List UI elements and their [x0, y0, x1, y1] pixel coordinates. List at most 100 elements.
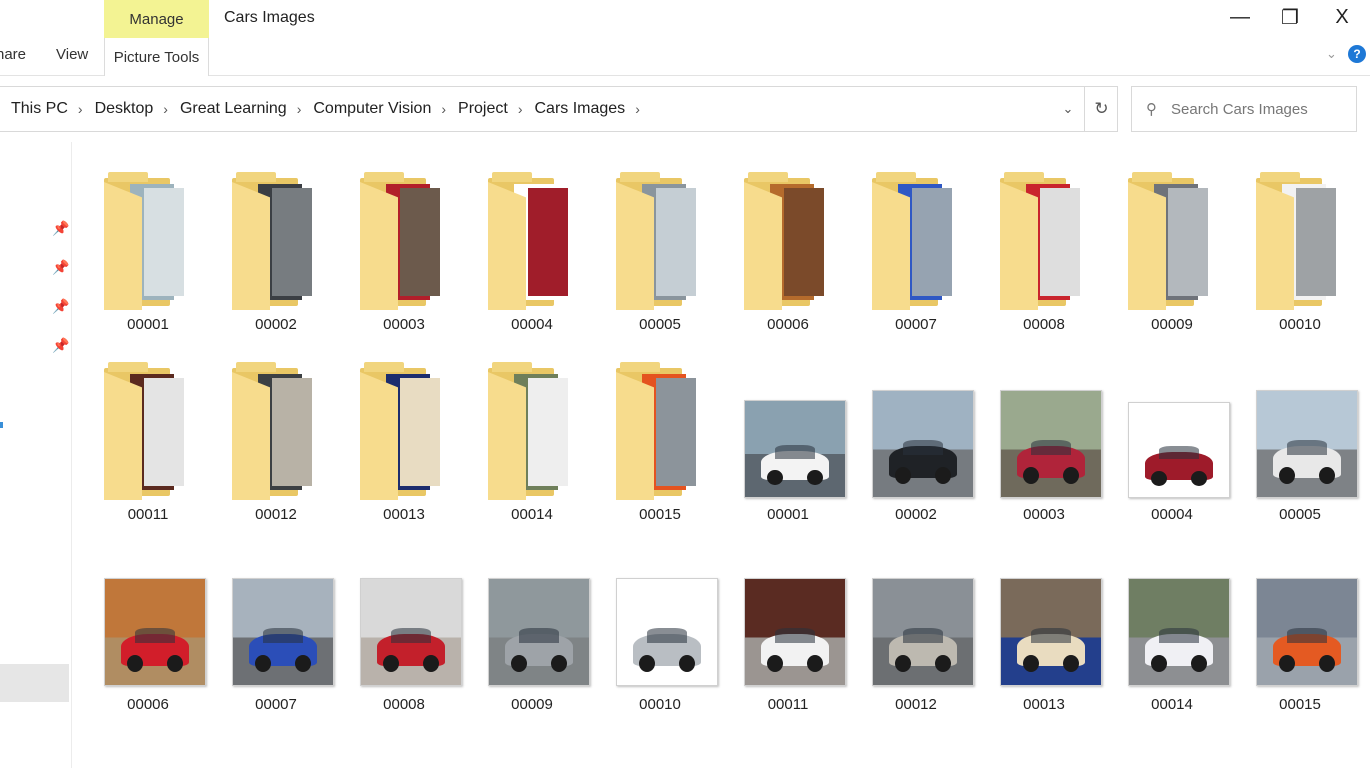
- image-item[interactable]: 00009: [468, 552, 596, 722]
- image-thumbnail: [360, 578, 462, 686]
- image-thumbnail: [744, 400, 846, 498]
- help-icon[interactable]: ?: [1348, 45, 1366, 63]
- breadcrumb-item[interactable]: Computer Vision: [313, 100, 431, 118]
- breadcrumb-separator-icon[interactable]: ›: [441, 101, 446, 117]
- item-label: 00011: [767, 696, 809, 713]
- item-label: 00013: [383, 506, 425, 523]
- image-thumbnail: [1000, 390, 1102, 498]
- item-label: 00006: [767, 316, 809, 333]
- expand-ribbon-icon[interactable]: ⌄: [1326, 46, 1337, 62]
- pin-icon[interactable]: 📌: [52, 220, 69, 237]
- search-icon: ⚲: [1146, 101, 1157, 118]
- folder-item[interactable]: 00015: [596, 362, 724, 532]
- image-thumbnail: [232, 578, 334, 686]
- item-label: 00008: [1023, 316, 1065, 333]
- item-label: 00012: [255, 506, 297, 523]
- image-thumbnail: [744, 578, 846, 686]
- item-label: 00001: [767, 506, 809, 523]
- title-bar: Manage Cars Images hare View Picture Too…: [0, 0, 1370, 76]
- folder-icon: [232, 172, 320, 312]
- minimize-button[interactable]: —: [1216, 0, 1264, 34]
- image-item[interactable]: 00015: [1236, 552, 1364, 722]
- pin-icon[interactable]: 📌: [52, 259, 69, 276]
- folder-item[interactable]: 00010: [1236, 172, 1364, 342]
- nav-selected-item[interactable]: [0, 664, 69, 702]
- image-item[interactable]: 00008: [340, 552, 468, 722]
- folder-icon: [872, 172, 960, 312]
- folder-icon: [616, 362, 704, 502]
- folder-item[interactable]: 00004: [468, 172, 596, 342]
- breadcrumb-item[interactable]: Cars Images: [534, 100, 625, 118]
- pin-icon[interactable]: 📌: [52, 298, 69, 315]
- image-thumbnail: [1256, 390, 1358, 498]
- chevron-down-icon[interactable]: ⌄: [1053, 87, 1083, 131]
- image-item[interactable]: 00010: [596, 552, 724, 722]
- image-item[interactable]: 00006: [84, 552, 212, 722]
- image-thumbnail: [1000, 578, 1102, 686]
- breadcrumb-separator-icon[interactable]: ›: [518, 101, 523, 117]
- image-item[interactable]: 00007: [212, 552, 340, 722]
- image-thumbnail: [1128, 402, 1230, 498]
- breadcrumb-separator-icon[interactable]: ›: [635, 101, 640, 117]
- folder-item[interactable]: 00008: [980, 172, 1108, 342]
- pin-icon[interactable]: 📌: [52, 337, 69, 354]
- folder-item[interactable]: 00012: [212, 362, 340, 532]
- item-label: 00015: [1279, 696, 1321, 713]
- item-label: 00009: [511, 696, 553, 713]
- image-item[interactable]: 00001: [724, 362, 852, 532]
- navigation-pane: 📌 📌 📌 📌: [0, 142, 72, 768]
- search-input[interactable]: [1171, 100, 1351, 118]
- item-label: 00003: [1023, 506, 1065, 523]
- image-item[interactable]: 00002: [852, 362, 980, 532]
- folder-item[interactable]: 00006: [724, 172, 852, 342]
- folder-icon: [616, 172, 704, 312]
- maximize-button[interactable]: ❐: [1266, 0, 1314, 34]
- folder-item[interactable]: 00005: [596, 172, 724, 342]
- image-thumbnail: [872, 390, 974, 498]
- breadcrumb-item[interactable]: This PC: [11, 100, 68, 118]
- manage-tab[interactable]: Manage: [104, 0, 209, 38]
- item-label: 00015: [639, 506, 681, 523]
- folder-icon: [1256, 172, 1344, 312]
- nav-indicator: [0, 422, 3, 428]
- tab-view[interactable]: View: [56, 46, 88, 63]
- address-bar[interactable]: This PC › Desktop › Great Learning › Computer …: [0, 86, 1118, 132]
- folder-item[interactable]: 00013: [340, 362, 468, 532]
- image-item[interactable]: 00003: [980, 362, 1108, 532]
- tab-share[interactable]: hare: [0, 46, 26, 63]
- search-box[interactable]: ⚲: [1131, 86, 1357, 132]
- image-item[interactable]: 00012: [852, 552, 980, 722]
- folder-icon: [360, 362, 448, 502]
- folder-icon: [360, 172, 448, 312]
- folder-item[interactable]: 00001: [84, 172, 212, 342]
- item-label: 00008: [383, 696, 425, 713]
- breadcrumb-separator-icon[interactable]: ›: [163, 101, 168, 117]
- image-thumbnail: [1128, 578, 1230, 686]
- folder-item[interactable]: 00003: [340, 172, 468, 342]
- folder-item[interactable]: 00014: [468, 362, 596, 532]
- folder-item[interactable]: 00002: [212, 172, 340, 342]
- breadcrumb-item[interactable]: Great Learning: [180, 100, 287, 118]
- item-label: 00004: [1151, 506, 1193, 523]
- item-label: 00005: [639, 316, 681, 333]
- image-item[interactable]: 00004: [1108, 362, 1236, 532]
- tab-picture-tools[interactable]: Picture Tools: [104, 38, 209, 76]
- refresh-icon[interactable]: ↻: [1084, 87, 1118, 131]
- image-item[interactable]: 00005: [1236, 362, 1364, 532]
- folder-item[interactable]: 00011: [84, 362, 212, 532]
- breadcrumb-separator-icon[interactable]: ›: [78, 101, 83, 117]
- image-item[interactable]: 00014: [1108, 552, 1236, 722]
- item-label: 00010: [1279, 316, 1321, 333]
- image-item[interactable]: 00011: [724, 552, 852, 722]
- folder-icon: [488, 172, 576, 312]
- breadcrumb-separator-icon[interactable]: ›: [297, 101, 302, 117]
- item-label: 00014: [1151, 696, 1193, 713]
- close-button[interactable]: X: [1318, 0, 1366, 34]
- image-thumbnail: [872, 578, 974, 686]
- breadcrumb-item[interactable]: Desktop: [95, 100, 154, 118]
- breadcrumb-item[interactable]: Project: [458, 100, 508, 118]
- folder-icon: [744, 172, 832, 312]
- folder-item[interactable]: 00009: [1108, 172, 1236, 342]
- folder-item[interactable]: 00007: [852, 172, 980, 342]
- image-item[interactable]: 00013: [980, 552, 1108, 722]
